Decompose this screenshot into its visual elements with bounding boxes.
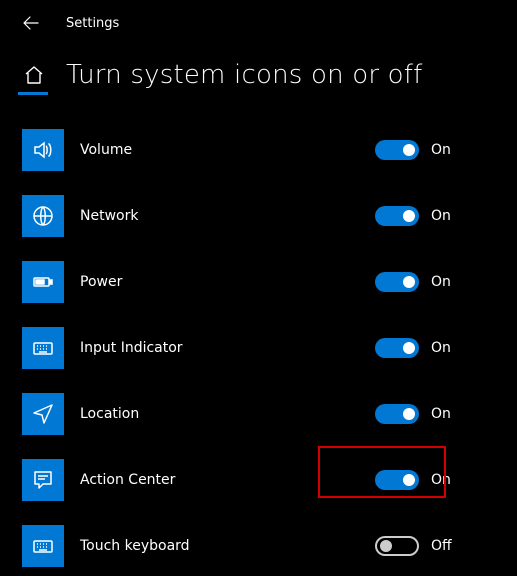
toggle-state-label: On [431, 208, 451, 224]
setting-row-action-center: Action Center On [22, 450, 495, 510]
toggle-knob [403, 408, 415, 420]
setting-label: Volume [80, 142, 375, 158]
setting-label: Network [80, 208, 375, 224]
setting-row-input-indicator: Input Indicator On [22, 318, 495, 378]
home-icon[interactable] [22, 66, 46, 84]
setting-row-network: Network On [22, 186, 495, 246]
keyboard-icon [22, 525, 64, 567]
toggle-area: On [375, 404, 495, 424]
toggle-knob [403, 474, 415, 486]
toggle-state-label: On [431, 406, 451, 422]
toggle-state-label: On [431, 142, 451, 158]
setting-row-volume: Volume On [22, 120, 495, 180]
toggle-knob [380, 540, 392, 552]
action-center-icon [22, 459, 64, 501]
setting-row-touch-keyboard: Touch keyboard Off [22, 516, 495, 576]
setting-row-location: Location On [22, 384, 495, 444]
toggle-state-label: Off [431, 538, 452, 554]
location-icon [22, 393, 64, 435]
toggle-volume[interactable] [375, 140, 419, 160]
toggle-knob [403, 276, 415, 288]
toggle-area: On [375, 140, 495, 160]
toggle-touch-keyboard[interactable] [375, 536, 419, 556]
back-button[interactable] [22, 14, 40, 32]
toggle-knob [403, 144, 415, 156]
setting-label: Power [80, 274, 375, 290]
power-icon [22, 261, 64, 303]
toggle-area: Off [375, 536, 495, 556]
tab-underline [18, 92, 48, 95]
network-icon [22, 195, 64, 237]
toggle-area: On [375, 206, 495, 226]
setting-label: Location [80, 406, 375, 422]
setting-label: Touch keyboard [80, 538, 375, 554]
keyboard-icon [22, 327, 64, 369]
setting-row-power: Power On [22, 252, 495, 312]
toggle-knob [403, 210, 415, 222]
toggle-location[interactable] [375, 404, 419, 424]
toggle-input-indicator[interactable] [375, 338, 419, 358]
setting-label: Input Indicator [80, 340, 375, 356]
volume-icon [22, 129, 64, 171]
page-title: Turn system icons on or off [66, 60, 423, 90]
toggle-area: On [375, 470, 495, 490]
toggle-knob [403, 342, 415, 354]
setting-label: Action Center [80, 472, 375, 488]
toggle-state-label: On [431, 340, 451, 356]
toggle-network[interactable] [375, 206, 419, 226]
toggle-power[interactable] [375, 272, 419, 292]
toggle-area: On [375, 338, 495, 358]
toggle-state-label: On [431, 274, 451, 290]
toggle-state-label: On [431, 472, 451, 488]
settings-list: Volume On Network On Power On Input Indicator O… [0, 98, 517, 576]
toggle-action-center[interactable] [375, 470, 419, 490]
app-title: Settings [66, 16, 119, 31]
toggle-area: On [375, 272, 495, 292]
